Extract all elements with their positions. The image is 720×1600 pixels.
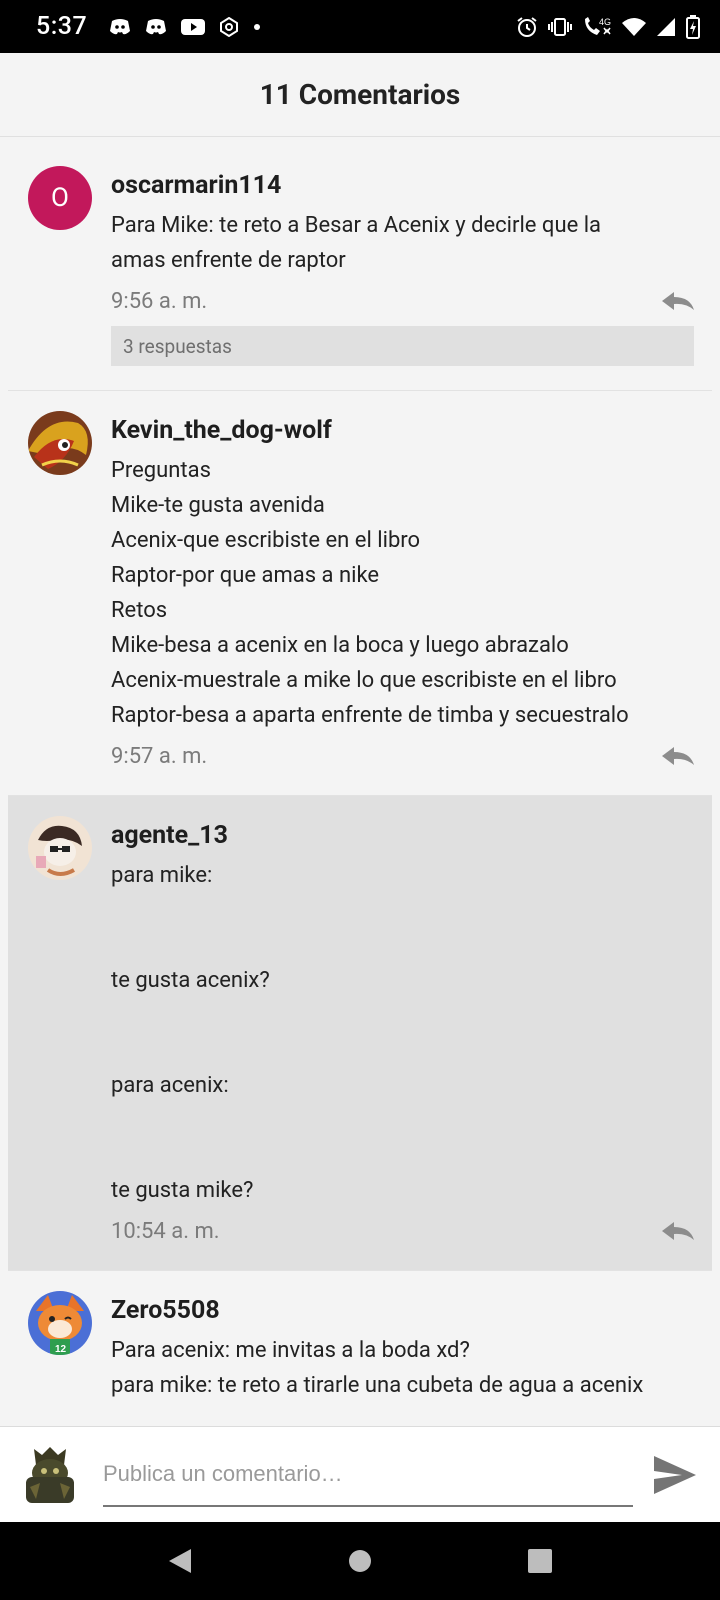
reply-icon[interactable] xyxy=(658,1216,698,1246)
comment-text-line: para mike: xyxy=(111,863,213,888)
comment-username[interactable]: agente_13 xyxy=(111,820,694,852)
sticker-icon xyxy=(219,16,239,37)
wifi-icon xyxy=(622,17,646,37)
comment-timestamp: 9:57 a. m. xyxy=(111,743,208,769)
avatar[interactable] xyxy=(28,816,92,880)
wifi-calling-icon: 4G xyxy=(582,16,612,38)
comment-meta: 9:57 a. m. xyxy=(111,741,694,771)
comment-text-line: para mike: te reto a tirarle una cubeta … xyxy=(111,1373,644,1398)
comment-text: Para acenix: me invitas a la boda xd? pa… xyxy=(111,1333,694,1403)
comment-text-line: te gusta mike? xyxy=(111,1178,254,1203)
dot-icon xyxy=(253,23,261,31)
notification-icons xyxy=(109,16,261,37)
comment-text-line: te gusta acenix? xyxy=(111,968,270,993)
send-button[interactable] xyxy=(650,1450,700,1500)
comment-text-line: Acenix-muestrale a mike lo que escribist… xyxy=(111,668,617,693)
comment-username[interactable]: Zero5508 xyxy=(111,1295,694,1327)
comment[interactable]: Kevin_the_dog-wolf Preguntas Mike-te gus… xyxy=(8,391,712,796)
system-navigation-bar xyxy=(0,1522,720,1600)
alarm-icon xyxy=(516,16,538,38)
view-replies-button[interactable]: 3 respuestas xyxy=(111,326,694,366)
comment-text-line: Para acenix: me invitas a la boda xd? xyxy=(111,1338,470,1363)
comment-text-line xyxy=(111,928,694,963)
avatar[interactable] xyxy=(28,411,92,475)
comment-composer xyxy=(0,1426,720,1522)
screen: 5:37 4G 11 Comentarios O oscarmarin114 P… xyxy=(0,0,720,1600)
reply-icon[interactable] xyxy=(658,741,698,771)
comment[interactable]: O oscarmarin114 Para Mike: te reto a Bes… xyxy=(8,146,712,391)
discord-icon xyxy=(109,18,131,36)
comment-text-line: Raptor-besa a aparta enfrente de timba y… xyxy=(111,703,629,728)
home-icon xyxy=(349,1550,371,1572)
comment-username[interactable]: Kevin_the_dog-wolf xyxy=(111,415,694,447)
back-button[interactable] xyxy=(156,1537,204,1585)
comment-text-line xyxy=(111,1033,694,1068)
back-icon xyxy=(169,1549,191,1573)
send-icon xyxy=(654,1455,696,1494)
comment-text-line: Raptor-por que amas a nike xyxy=(111,563,380,588)
comment-text-line: Mike-te gusta avenida xyxy=(111,493,325,518)
comment-input-wrapper xyxy=(103,1443,633,1507)
comments-header: 11 Comentarios xyxy=(0,53,720,137)
comment-text-line xyxy=(111,1138,694,1173)
comment-meta: 10:54 a. m. xyxy=(111,1216,694,1246)
comment-text-line xyxy=(111,893,694,928)
comment-text-line: para acenix: xyxy=(111,1073,229,1098)
home-button[interactable] xyxy=(336,1537,384,1585)
comment-text-line: amas enfrente de raptor xyxy=(111,248,346,273)
comment-meta: 9:56 a. m. xyxy=(111,286,694,316)
comment-text-line: Acenix-que escribiste en el libro xyxy=(111,528,421,553)
status-bar: 5:37 4G xyxy=(0,0,720,53)
comment-text-line: Retos xyxy=(111,598,168,623)
svg-text:12: 12 xyxy=(55,1344,67,1355)
comment-username[interactable]: oscarmarin114 xyxy=(111,170,694,202)
comment-text-line: Preguntas xyxy=(111,458,211,483)
recents-button[interactable] xyxy=(516,1537,564,1585)
comment-text: Preguntas Mike-te gusta avenida Acenix-q… xyxy=(111,453,694,733)
comment-highlighted[interactable]: agente_13 para mike: te gusta acenix? pa… xyxy=(8,796,712,1271)
recents-icon xyxy=(528,1549,552,1573)
system-icons: 4G xyxy=(516,14,700,39)
comment-text-line xyxy=(111,1103,694,1138)
page-title: 11 Comentarios xyxy=(259,78,461,111)
avatar-letter: O xyxy=(51,183,69,213)
comment-input[interactable] xyxy=(103,1460,633,1487)
comment-text-line: Mike-besa a acenix en la boca y luego ab… xyxy=(111,633,569,658)
comment-text: para mike: te gusta acenix? para acenix:… xyxy=(111,858,694,1208)
avatar-image xyxy=(28,411,92,475)
comment-timestamp: 10:54 a. m. xyxy=(111,1218,220,1244)
signal-icon xyxy=(656,17,676,37)
reply-icon[interactable] xyxy=(658,286,698,316)
vibrate-icon xyxy=(548,17,572,37)
status-time: 5:37 xyxy=(36,12,88,41)
comment-text: Para Mike: te reto a Besar a Acenix y de… xyxy=(111,208,694,278)
battery-charging-icon xyxy=(686,14,700,39)
comment-text-line: Para Mike: te reto a Besar a Acenix y de… xyxy=(111,213,602,238)
comment[interactable]: 12 Zero5508 Para acenix: me invitas a la… xyxy=(8,1271,712,1426)
avatar[interactable]: O xyxy=(28,166,92,230)
youtube-icon xyxy=(181,18,206,36)
discord-icon xyxy=(145,18,167,36)
comments-list[interactable]: O oscarmarin114 Para Mike: te reto a Bes… xyxy=(8,146,712,1426)
avatar-image xyxy=(28,816,92,880)
avatar[interactable]: 12 xyxy=(28,1291,92,1355)
user-avatar xyxy=(20,1442,80,1507)
avatar-image: 12 xyxy=(28,1291,92,1355)
comment-text-line xyxy=(111,998,694,1033)
svg-text:4G: 4G xyxy=(599,17,611,27)
comment-timestamp: 9:56 a. m. xyxy=(111,288,208,314)
